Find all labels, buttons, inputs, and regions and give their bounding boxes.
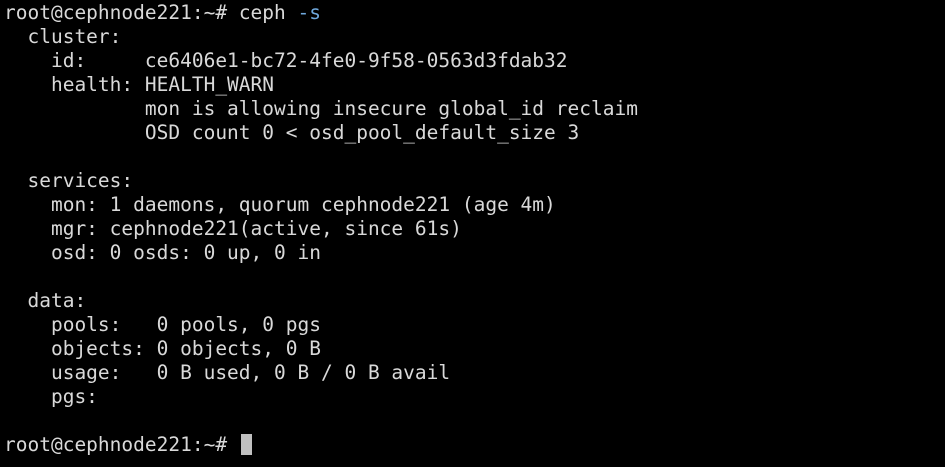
cursor-block (240, 434, 252, 455)
data-pools: pools: 0 pools, 0 pgs (4, 313, 321, 336)
health-warning: OSD count 0 < osd_pool_default_size 3 (4, 121, 580, 144)
input-line[interactable]: root@cephnode221:~# (4, 433, 945, 457)
health-warning: mon is allowing insecure global_id recla… (4, 97, 638, 120)
services-header: services: (4, 169, 134, 192)
command-flag: -s (297, 1, 321, 24)
service-mgr: mgr: cephnode221(active, since 61s) (4, 217, 462, 240)
service-osd: osd: 0 osds: 0 up, 0 in (4, 241, 321, 264)
service-mon: mon: 1 daemons, quorum cephnode221 (age … (4, 193, 556, 216)
data-usage: usage: 0 B used, 0 B / 0 B avail (4, 361, 451, 384)
shell-prompt: root@cephnode221:~# (4, 1, 239, 24)
data-objects: objects: 0 objects, 0 B (4, 337, 321, 360)
command-name: ceph (238, 1, 298, 24)
cluster-health: health: HEALTH_WARN (4, 73, 275, 96)
shell-prompt: root@cephnode221:~# (4, 433, 239, 456)
data-pgs: pgs: (4, 385, 98, 408)
command-line: root@cephnode221:~# ceph -s (4, 1, 945, 25)
cluster-id: id: ce6406e1-bc72-4fe0-9f58-0563d3fdab32 (4, 49, 568, 72)
terminal-window[interactable]: root@cephnode221:~# ceph -s cluster: id:… (0, 0, 945, 467)
cluster-header: cluster: (4, 25, 122, 48)
data-header: data: (4, 289, 87, 312)
